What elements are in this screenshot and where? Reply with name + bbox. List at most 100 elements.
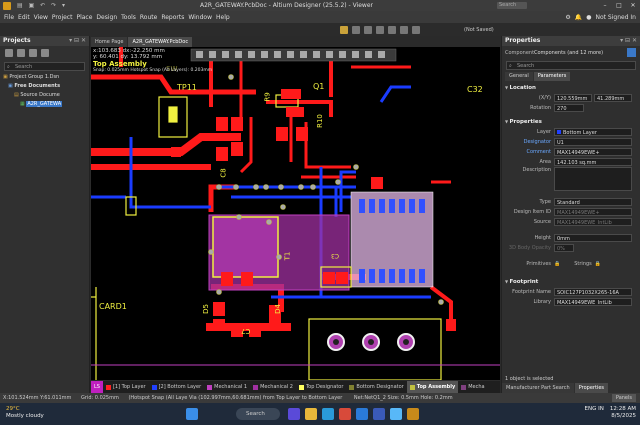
layer-tab-top[interactable]: [1] Top Layer — [103, 381, 149, 393]
rotation-input[interactable]: 270 — [554, 104, 584, 112]
tree-item-label: Source Docume — [20, 92, 60, 98]
user-avatar-icon[interactable]: ● — [586, 14, 591, 21]
y-input[interactable]: 41.289mm — [594, 94, 632, 102]
title-search-input[interactable]: Search — [497, 2, 527, 9]
project-settings-icon[interactable] — [41, 49, 49, 57]
description-input[interactable] — [554, 167, 632, 191]
save-project-icon[interactable] — [5, 49, 13, 57]
menu-help[interactable]: Help — [216, 14, 230, 21]
designator-input[interactable]: U1 — [554, 138, 632, 146]
tree-item-free-documents[interactable]: ▣ Free Documents — [0, 82, 89, 91]
layer-tab-mech1[interactable]: Mechanical 1 — [204, 381, 250, 393]
not-signed-in-label[interactable]: Not Signed In — [596, 14, 637, 21]
layer-tab-top-designator[interactable]: Top Designator — [296, 381, 346, 393]
layer-tab-bottom[interactable]: [2] Bottom Layer — [149, 381, 205, 393]
copilot-icon[interactable] — [288, 408, 300, 420]
app-icon[interactable] — [390, 408, 402, 420]
projects-search-input[interactable]: ⌕ Search — [4, 62, 85, 71]
bell-icon[interactable]: 🔔 — [575, 14, 582, 21]
pcb-canvas[interactable]: Q1 C32 TP11 SW R9 R10 C8 T1 C3 D5 D4 C7 … — [91, 47, 500, 380]
close-button[interactable]: ✕ — [626, 0, 640, 11]
library-value[interactable]: MAX14949EWE_IntLib — [554, 298, 632, 306]
menu-route[interactable]: Route — [140, 14, 157, 21]
layer-swatch — [349, 384, 355, 390]
menu-window[interactable]: Window — [188, 14, 212, 21]
layer-select[interactable]: Bottom Layer — [554, 128, 632, 136]
compile-icon[interactable] — [29, 49, 37, 57]
strings-lock-icon[interactable]: 🔒 — [595, 261, 601, 267]
projects-panel: Projects ▾ ⊟ ✕ ⌕ Search ▣ Project Group … — [0, 36, 90, 393]
label-r9: R9 — [263, 92, 272, 102]
minimize-button[interactable]: – — [598, 0, 612, 11]
layer-tab-mech2[interactable]: Mechanical 2 — [250, 381, 296, 393]
tab-home-page[interactable]: Home Page — [91, 36, 128, 47]
settings-gear-icon[interactable]: ⚙ — [565, 14, 570, 21]
properties-tabs: General Parameters — [505, 72, 637, 82]
hud-snap-info: Snap: 0.025mm Hotspot Snap (All Layers):… — [93, 68, 213, 73]
panel-controls-icon[interactable]: ▾ ⊟ ✕ — [620, 36, 637, 46]
edge-icon[interactable] — [322, 408, 334, 420]
filter-icon[interactable] — [627, 48, 636, 57]
properties-section-header[interactable]: Properties — [502, 117, 640, 127]
x-input[interactable]: 120.559mm — [554, 94, 592, 102]
windows-start-icon[interactable] — [186, 408, 198, 420]
save-all-icon[interactable] — [364, 26, 372, 34]
height-input[interactable]: 0mm — [554, 234, 632, 242]
menu-reports[interactable]: Reports — [161, 14, 184, 21]
comment-input[interactable]: MAX14949EWE+ — [554, 148, 632, 156]
file-explorer-icon[interactable] — [305, 408, 317, 420]
selection-status: 1 object is selected — [505, 376, 554, 382]
menu-place[interactable]: Place — [76, 14, 92, 21]
properties-search-input[interactable]: ⌕ Search — [506, 61, 636, 70]
layer-swatch — [461, 384, 467, 390]
tree-item-source-documents[interactable]: ▤ Source Docume — [0, 91, 89, 100]
zoom-icon[interactable] — [388, 26, 396, 34]
redo-icon[interactable] — [412, 26, 420, 34]
area-row: Area 142.103 sq.mm — [502, 157, 640, 167]
tree-item-pcb-file[interactable]: ▦ A2R_GATEWA — [0, 100, 89, 109]
layer-tab-top-assembly[interactable]: Top Assembly — [406, 381, 459, 393]
opacity-slider[interactable]: 0% — [554, 244, 574, 252]
menu-edit[interactable]: Edit — [18, 14, 30, 21]
layer-tab-bottom-designator[interactable]: Bottom Designator — [346, 381, 406, 393]
maximize-button[interactable]: □ — [612, 0, 626, 11]
tray-date: 8/5/2025 — [611, 413, 636, 419]
system-tray[interactable]: ENG IN 12:28 AM 8/5/2025 — [585, 406, 636, 420]
taskbar-search-input[interactable]: Search — [236, 408, 280, 420]
menu-design[interactable]: Design — [96, 14, 117, 21]
layer-label: Layer — [537, 129, 551, 135]
layer-swatch — [105, 384, 111, 390]
tab-general[interactable]: General — [505, 72, 533, 81]
tree-item-project-group[interactable]: ▣ Project Group 1.Dsn — [0, 73, 89, 82]
altium-taskbar-icon[interactable] — [407, 408, 419, 420]
panel-controls-icon[interactable]: ▾ ⊟ ✕ — [69, 36, 86, 46]
menu-view[interactable]: View — [34, 14, 48, 21]
menu-file[interactable]: File — [4, 14, 14, 21]
layer-tab-mech-more[interactable]: Mecha — [458, 381, 487, 393]
tab-pcbdoc[interactable]: A2R_GATEWAY.PcbDoc — [128, 36, 193, 47]
footprint-name-value[interactable]: SOIC127P1032X265-16A — [554, 288, 632, 296]
primitives-lock-icon[interactable]: 🔒 — [554, 261, 560, 267]
tab-manufacturer-part-search[interactable]: Manufacturer Part Search — [502, 383, 574, 393]
tab-properties[interactable]: Properties — [574, 383, 609, 393]
weather-widget[interactable]: 29°C Mostly cloudy — [6, 406, 44, 420]
open-folder-icon[interactable] — [340, 26, 348, 34]
menu-tools[interactable]: Tools — [121, 14, 136, 21]
undo-icon[interactable] — [400, 26, 408, 34]
footprint-section-header[interactable]: Footprint — [502, 277, 640, 287]
tab-parameters[interactable]: Parameters — [533, 72, 571, 81]
layer-tab-bar: LS [1] Top Layer [2] Bottom Layer Mechan… — [91, 381, 500, 393]
open-project-icon[interactable] — [17, 49, 25, 57]
quick-access-icons[interactable]: ▤ ▣ ↶ ↷ ▾ — [17, 2, 67, 9]
save-icon[interactable] — [352, 26, 360, 34]
type-select[interactable]: Standard — [554, 198, 632, 206]
kicad-icon[interactable] — [373, 408, 385, 420]
layer-tab-ls[interactable]: LS — [91, 381, 103, 393]
menu-project[interactable]: Project — [52, 14, 73, 21]
panels-button[interactable]: Panels — [611, 394, 636, 402]
print-icon[interactable] — [376, 26, 384, 34]
vscode-icon[interactable] — [356, 408, 368, 420]
label-d4: D4 — [273, 304, 282, 314]
chrome-icon[interactable] — [339, 408, 351, 420]
location-section-header[interactable]: Location — [502, 83, 640, 93]
